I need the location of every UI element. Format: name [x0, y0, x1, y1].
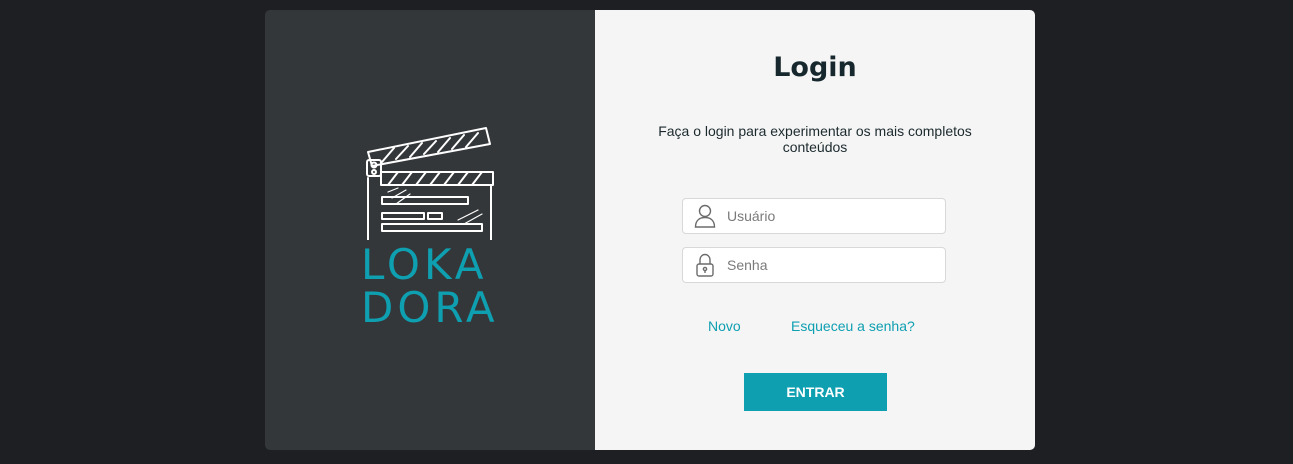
username-input[interactable]	[727, 201, 927, 231]
page-title: Login	[773, 52, 857, 83]
lock-icon	[683, 248, 727, 282]
user-icon	[683, 199, 727, 233]
brand-name-line2: DORA	[361, 283, 499, 332]
forgot-password-link[interactable]: Esqueceu a senha?	[791, 318, 915, 334]
brand-panel: LOKA DORA	[265, 10, 595, 450]
password-input[interactable]	[727, 250, 927, 280]
brand-name-line1: LOKA	[361, 240, 488, 289]
login-card: LOKA DORA Login Faça o login para experi…	[265, 10, 1035, 450]
login-panel: Login Faça o login para experimentar os …	[595, 10, 1035, 450]
password-field[interactable]	[682, 247, 946, 283]
new-account-link[interactable]: Novo	[708, 318, 741, 334]
login-button[interactable]: ENTRAR	[744, 373, 887, 411]
username-field[interactable]	[682, 198, 946, 234]
clapperboard-icon	[366, 127, 494, 240]
login-subtitle: Faça o login para experimentar os mais c…	[658, 123, 972, 155]
